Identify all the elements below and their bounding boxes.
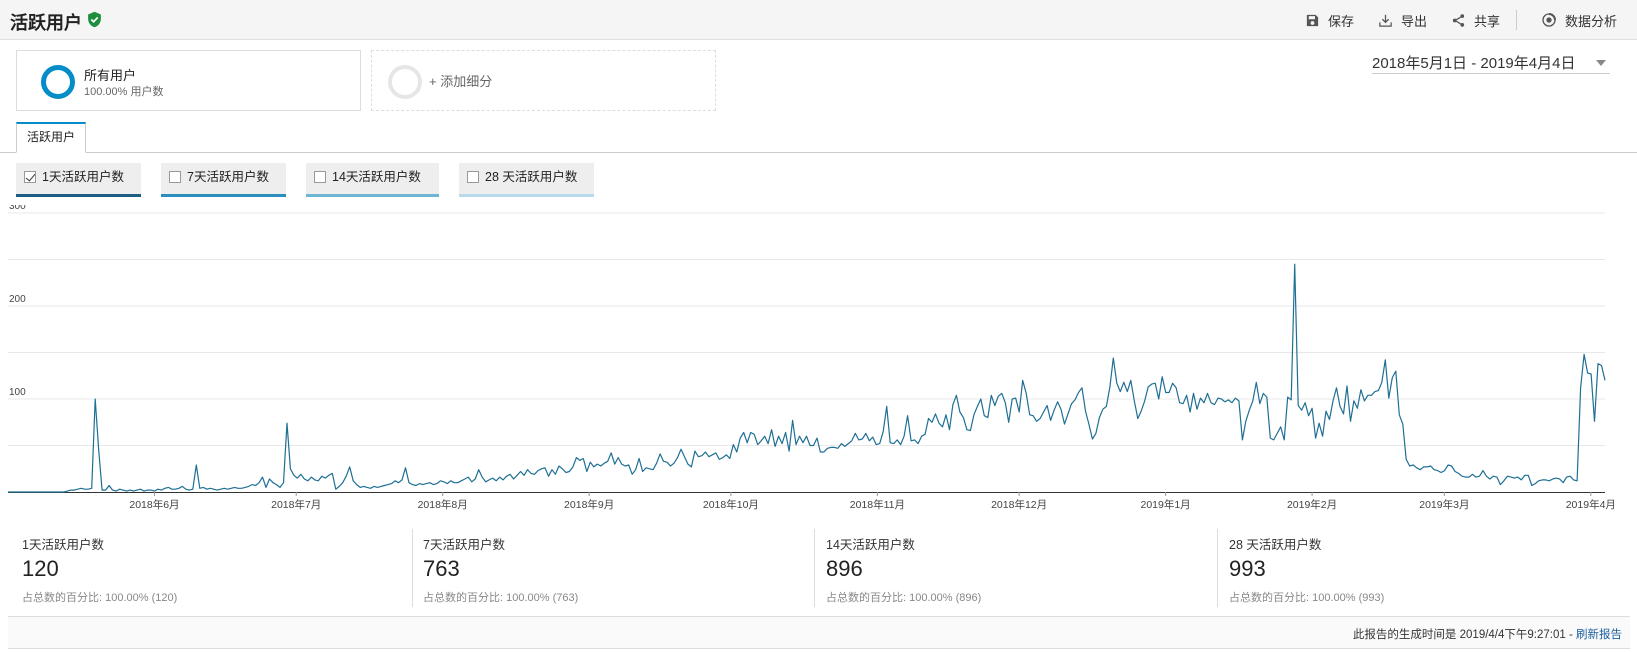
metric-label: 28 天活跃用户数 — [1229, 538, 1322, 552]
date-range-text: 2018年5月1日 - 2019年4月4日 — [1372, 55, 1576, 72]
summary-14day: 14天活跃用户数 896 占总数的百分比: 100.00% (896) — [826, 529, 1206, 607]
x-tick-label: 2018年6月 — [129, 498, 179, 511]
x-tick-label: 2018年7月 — [271, 498, 321, 511]
insights-icon — [1542, 13, 1556, 27]
date-range-picker[interactable]: 2018年5月1日 - 2019年4月4日 — [1372, 52, 1610, 74]
export-button[interactable]: 导出 — [1378, 11, 1427, 30]
metric-value: 896 — [826, 556, 863, 581]
metric-chip-14day[interactable]: 14天活跃用户数 — [306, 163, 439, 197]
metric-label: 14天活跃用户数 — [826, 538, 915, 552]
metric-percentage: 占总数的百分比: 100.00% (993) — [1229, 592, 1385, 604]
summary-1day: 1天活跃用户数 120 占总数的百分比: 100.00% (120) — [22, 529, 402, 607]
header-actions: 保存 导出 共享 数据分析 — [1281, 0, 1617, 40]
x-tick-label: 2019年2月 — [1287, 498, 1337, 511]
chip-color-bar — [306, 194, 439, 197]
metric-chip-label: 1天活跃用户数 — [42, 170, 124, 184]
report-footer: 此报告的生成时间是 2019/4/4下午9:27:01 - 刷新报告 — [8, 616, 1630, 649]
tab-active-users[interactable]: 活跃用户 — [16, 122, 86, 153]
metric-chip-1day[interactable]: 1天活跃用户数 — [16, 163, 141, 197]
export-icon — [1379, 14, 1392, 27]
summary-7day: 7天活跃用户数 763 占总数的百分比: 100.00% (763) — [423, 529, 803, 607]
segment-subtitle: 100.00% 用户数 — [84, 86, 164, 98]
share-label: 共享 — [1473, 13, 1500, 29]
caret-down-icon — [1596, 60, 1606, 66]
chip-color-bar — [161, 194, 286, 197]
active-users-line-chart: 100 200 300 2018年6月 2018年7月 2018年8月 2018年9月 201… — [8, 205, 1616, 511]
metric-chip-label: 14天活跃用户数 — [332, 170, 421, 184]
metric-percentage: 占总数的百分比: 100.00% (896) — [826, 592, 982, 604]
metric-value: 993 — [1229, 556, 1266, 581]
page-title: 活跃用户 — [10, 13, 82, 33]
checkbox[interactable] — [169, 171, 181, 183]
share-button[interactable]: 共享 — [1451, 11, 1500, 30]
x-tick-label: 2018年11月 — [850, 498, 905, 511]
chip-color-bar — [459, 194, 594, 197]
checkbox[interactable] — [314, 171, 326, 183]
series-line-1day — [8, 263, 1606, 493]
metric-percentage: 占总数的百分比: 100.00% (120) — [22, 592, 178, 604]
share-icon — [1452, 13, 1465, 27]
metric-chip-label: 28 天活跃用户数 — [485, 170, 578, 184]
x-tick-label: 2018年8月 — [418, 498, 468, 511]
tab-divider — [0, 152, 1637, 153]
verified-shield-icon — [88, 11, 101, 28]
chip-color-bar — [16, 194, 141, 197]
x-tick-label: 2019年4月 — [1566, 498, 1616, 511]
metric-percentage: 占总数的百分比: 100.00% (763) — [423, 592, 579, 604]
x-tick-label: 2018年10月 — [703, 498, 759, 511]
generated-time: 此报告的生成时间是 2019/4/4下午9:27:01 - — [1352, 629, 1576, 641]
insights-button[interactable]: 数据分析 — [1541, 11, 1617, 30]
x-tick-label: 2018年12月 — [991, 498, 1047, 511]
summary-28day: 28 天活跃用户数 993 占总数的百分比: 100.00% (993) — [1229, 529, 1609, 607]
save-label: 保存 — [1327, 13, 1354, 29]
metric-summary: 1天活跃用户数 120 占总数的百分比: 100.00% (120) 7天活跃用… — [0, 523, 1637, 613]
metric-label: 1天活跃用户数 — [22, 538, 104, 552]
report-header: 活跃用户 保存 导出 共享 数据分析 — [0, 0, 1637, 40]
metric-label: 7天活跃用户数 — [423, 538, 505, 552]
y-tick-label: 100 — [9, 387, 26, 398]
y-tick-label: 200 — [9, 294, 26, 305]
metric-value: 120 — [22, 556, 59, 581]
segment-ring-icon — [41, 65, 75, 99]
refresh-report-link[interactable]: 刷新报告 — [1576, 629, 1622, 641]
metric-divider — [412, 529, 413, 607]
save-icon — [1306, 14, 1319, 26]
checkbox-checked[interactable] — [24, 171, 36, 183]
metric-divider — [814, 529, 815, 607]
save-button[interactable]: 保存 — [1305, 11, 1354, 30]
metric-chip-label: 7天活跃用户数 — [187, 170, 269, 184]
metric-value: 763 — [423, 556, 460, 581]
segment-name: 所有用户 — [84, 68, 137, 83]
x-tick-label: 2018年9月 — [564, 498, 614, 511]
x-tick-label: 2019年3月 — [1419, 498, 1469, 511]
empty-segment-ring-icon — [388, 65, 422, 99]
segment-all-users[interactable]: 所有用户 100.00% 用户数 — [16, 50, 361, 111]
report-generated-text: 此报告的生成时间是 2019/4/4下午9:27:01 - 刷新报告 — [1353, 626, 1622, 642]
export-label: 导出 — [1400, 13, 1427, 29]
add-segment-label: + 添加细分 — [429, 74, 493, 89]
checkbox[interactable] — [467, 171, 479, 183]
add-segment-button[interactable]: + 添加细分 — [371, 50, 716, 111]
metric-chip-28day[interactable]: 28 天活跃用户数 — [459, 163, 594, 197]
x-tick-label: 2019年1月 — [1140, 498, 1190, 511]
metric-chip-7day[interactable]: 7天活跃用户数 — [161, 163, 286, 197]
metric-divider — [1217, 529, 1218, 607]
action-divider — [1515, 10, 1517, 30]
insights-label: 数据分析 — [1564, 13, 1617, 29]
y-tick-label: 300 — [9, 205, 26, 212]
